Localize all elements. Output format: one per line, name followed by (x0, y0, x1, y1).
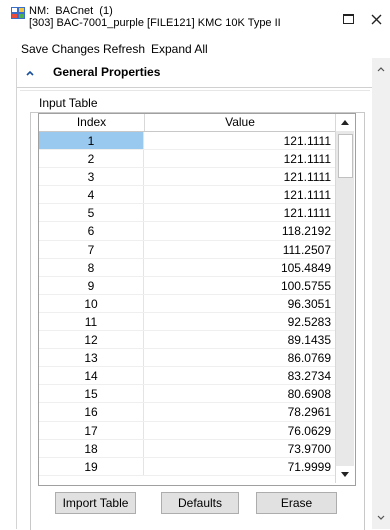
column-header-index[interactable]: Index (39, 114, 145, 131)
table-row[interactable]: 9 100.5755 (39, 276, 335, 295)
triangle-up-icon (341, 120, 349, 125)
cell-value[interactable]: 111.2507 (144, 241, 335, 258)
defaults-button[interactable]: Defaults (161, 492, 239, 514)
cell-index[interactable]: 9 (39, 276, 144, 294)
table-row[interactable]: 11 92.5283 (39, 312, 335, 332)
cell-index[interactable]: 2 (39, 150, 144, 168)
table-rows: 1 121.1111 2 121.1111 3 121.1111 4 121.1111 5 121… (39, 132, 335, 476)
cell-index[interactable]: 13 (39, 349, 144, 367)
cell-index[interactable]: 8 (39, 258, 144, 276)
section-divider (20, 90, 370, 91)
panel-scrollbar[interactable] (372, 58, 390, 529)
cell-index[interactable]: 5 (39, 204, 144, 222)
cell-index[interactable]: 19 (39, 457, 144, 475)
cell-value[interactable]: 71.9999 (144, 458, 335, 475)
cell-value[interactable]: 76.0629 (144, 422, 335, 439)
cell-index[interactable]: 10 (39, 294, 144, 312)
menu-bar: Save Changes Refresh Expand All (0, 40, 390, 58)
cell-index[interactable]: 1 (39, 132, 144, 150)
table-scroll-down-button[interactable] (336, 466, 354, 483)
cell-value[interactable]: 121.1111 (144, 186, 335, 203)
cell-value[interactable]: 118.2192 (144, 222, 335, 239)
cell-index[interactable]: 18 (39, 439, 144, 457)
maximize-button[interactable] (339, 10, 357, 28)
cell-value[interactable]: 78.2961 (144, 403, 335, 420)
table-row[interactable]: 7 111.2507 (39, 240, 335, 259)
triangle-down-icon (341, 472, 349, 477)
erase-button[interactable]: Erase (256, 492, 337, 514)
cell-value[interactable]: 92.5283 (144, 313, 335, 330)
cell-value[interactable]: 86.0769 (144, 349, 335, 366)
cell-index[interactable]: 16 (39, 403, 144, 421)
save-changes-menu-item[interactable]: Save Changes (21, 42, 100, 56)
section-header-general-properties[interactable]: General Properties (17, 59, 372, 88)
table-row[interactable]: 10 96.3051 (39, 294, 335, 313)
cell-value[interactable]: 73.9700 (144, 440, 335, 457)
cell-value[interactable]: 121.1111 (144, 168, 335, 185)
table-row[interactable]: 18 73.9700 (39, 439, 335, 458)
cell-index[interactable]: 3 (39, 168, 144, 186)
cell-index[interactable]: 17 (39, 421, 144, 439)
table-row[interactable]: 1 121.1111 (39, 132, 335, 151)
title-bar: NM: BACnet (1) [303] BAC-7001_purple [FI… (0, 0, 390, 38)
input-table-label: Input Table (39, 96, 98, 110)
table-row[interactable]: 6 118.2192 (39, 222, 335, 241)
import-table-button[interactable]: Import Table (55, 492, 136, 514)
chevron-up-icon[interactable] (25, 68, 35, 78)
column-header-value[interactable]: Value (145, 114, 335, 131)
table-row[interactable]: 4 121.1111 (39, 186, 335, 205)
cell-value[interactable]: 100.5755 (144, 277, 335, 294)
cell-index[interactable]: 11 (39, 312, 144, 331)
table-row[interactable]: 2 121.1111 (39, 150, 335, 169)
cell-value[interactable]: 121.1111 (144, 204, 335, 221)
table-row[interactable]: 13 86.0769 (39, 349, 335, 368)
table-row[interactable]: 5 121.1111 (39, 204, 335, 223)
cell-index[interactable]: 12 (39, 331, 144, 349)
cell-value[interactable]: 89.1435 (144, 331, 335, 348)
cell-value[interactable]: 121.1111 (144, 150, 335, 167)
table-scroll-thumb[interactable] (338, 134, 353, 178)
table-scroll-up-button[interactable] (336, 114, 354, 131)
cell-value[interactable]: 121.1111 (144, 132, 335, 150)
maximize-icon (342, 14, 354, 24)
table-row[interactable]: 19 71.9999 (39, 457, 335, 476)
section-title: General Properties (53, 65, 161, 79)
cell-index[interactable]: 4 (39, 186, 144, 204)
cell-index[interactable]: 15 (39, 385, 144, 403)
table-header: Index Value (39, 114, 335, 132)
cell-index[interactable]: 6 (39, 222, 144, 240)
scroll-down-icon[interactable] (376, 513, 386, 523)
cell-value[interactable]: 83.2734 (144, 367, 335, 384)
scroll-up-icon[interactable] (376, 64, 386, 74)
close-button[interactable] (367, 10, 385, 28)
table-row[interactable]: 12 89.1435 (39, 331, 335, 350)
refresh-menu-item[interactable]: Refresh (103, 42, 145, 56)
cell-value[interactable]: 80.6908 (144, 385, 335, 402)
expand-all-menu-item[interactable]: Expand All (151, 42, 208, 56)
cell-index[interactable]: 14 (39, 367, 144, 385)
close-icon (371, 14, 381, 24)
table-row[interactable]: 14 83.2734 (39, 367, 335, 386)
table-row[interactable]: 15 80.6908 (39, 385, 335, 404)
window-title-line2: [303] BAC-7001_purple [FILE121] KMC 10K … (29, 17, 281, 29)
cell-value[interactable]: 105.4849 (144, 259, 335, 276)
table-row[interactable]: 8 105.4849 (39, 258, 335, 277)
window-title-line1: NM: BACnet (1) (29, 5, 113, 17)
cell-index[interactable]: 7 (39, 240, 144, 258)
table-row[interactable]: 17 76.0629 (39, 421, 335, 440)
table-row[interactable]: 3 121.1111 (39, 168, 335, 187)
input-table-grid: Index Value 1 121.1111 2 121.1111 3 121.1111 4… (38, 113, 356, 486)
cell-value[interactable]: 96.3051 (144, 295, 335, 312)
table-scrollbar[interactable] (335, 114, 354, 483)
app-icon (11, 7, 25, 19)
table-row[interactable]: 16 78.2961 (39, 403, 335, 422)
